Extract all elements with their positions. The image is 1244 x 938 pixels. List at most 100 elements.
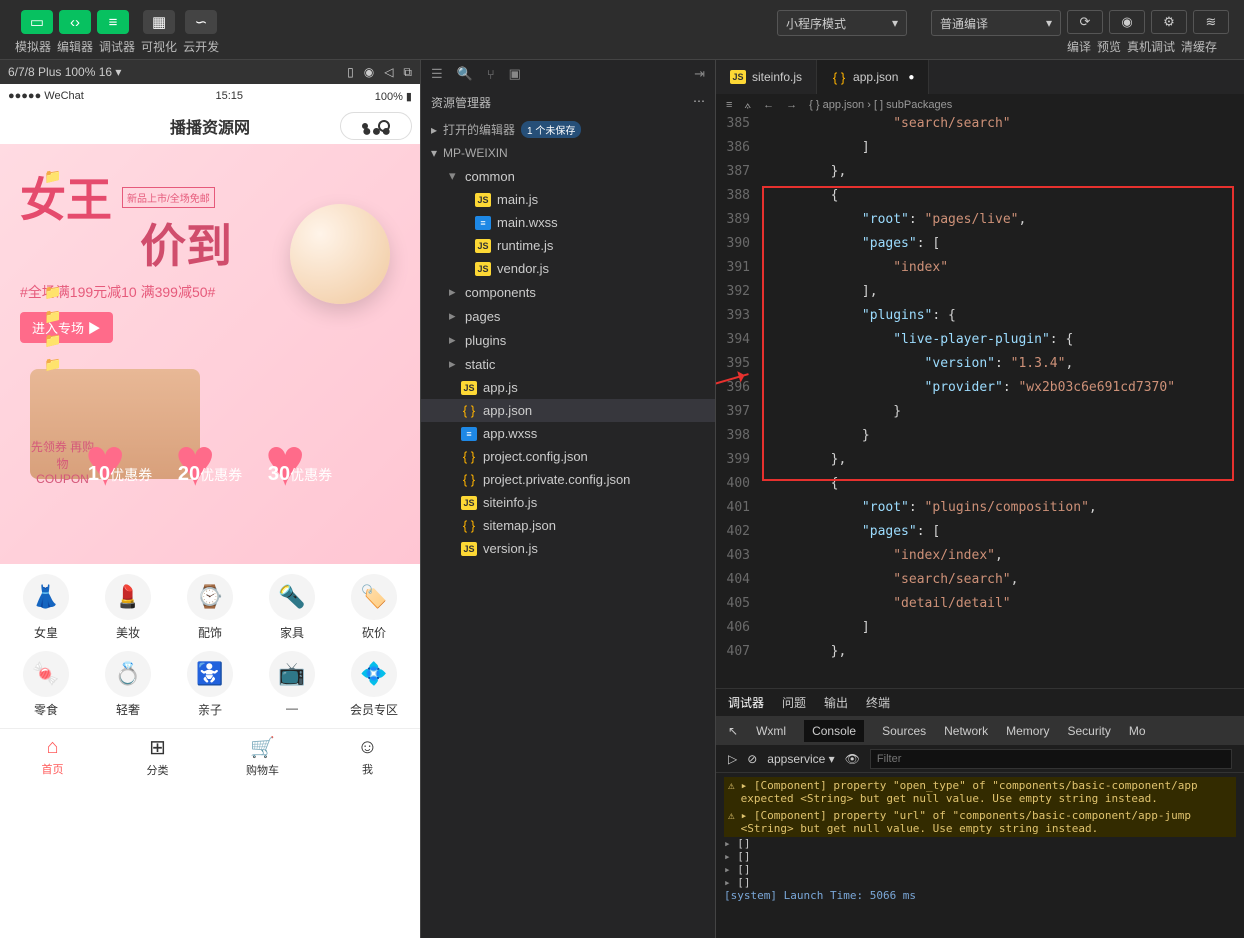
tabbar-item[interactable]: ⌂ 首页 bbox=[0, 729, 105, 784]
device-debug-button[interactable]: ⚙ bbox=[1151, 10, 1187, 34]
folder-common[interactable]: ▾📁common bbox=[421, 164, 715, 188]
devtab-issues[interactable]: 问题 bbox=[782, 694, 806, 711]
devtab-output[interactable]: 输出 bbox=[824, 694, 848, 711]
tab-appjson[interactable]: { }app.json bbox=[817, 60, 929, 94]
code-line[interactable]: "search/search" bbox=[762, 116, 1011, 140]
debugger-button[interactable]: ≡ bbox=[97, 10, 129, 34]
frame-icon[interactable]: ▣ bbox=[509, 66, 521, 82]
category-item[interactable]: 📺 — bbox=[251, 651, 333, 718]
stop-icon[interactable]: ⊘ bbox=[747, 752, 757, 766]
breadcrumb[interactable]: ≡ ⟑ ← → { } app.json › [ ] subPackages bbox=[716, 94, 1244, 116]
tab-siteinfo[interactable]: JSsiteinfo.js bbox=[716, 60, 817, 94]
category-item[interactable]: 💄 美妆 bbox=[87, 574, 169, 641]
back-icon[interactable]: ← bbox=[763, 99, 774, 111]
mode-dropdown[interactable]: 小程序模式▾ bbox=[777, 10, 907, 36]
coupon-heart[interactable]: 10优惠券 bbox=[85, 444, 155, 504]
folder-static[interactable]: ▸📁static bbox=[421, 352, 715, 376]
devtab-wxml[interactable]: Wxml bbox=[756, 724, 786, 738]
context-dropdown[interactable]: appservice ▾ bbox=[767, 752, 834, 766]
more-icon[interactable]: ⋯ bbox=[693, 94, 705, 111]
console-output[interactable]: ⚠ ▸ [Component] property "open_type" of … bbox=[716, 773, 1244, 938]
enter-button[interactable]: 进入专场 ▶ bbox=[20, 312, 113, 343]
category-item[interactable]: ⌚ 配饰 bbox=[169, 574, 251, 641]
simulator-button[interactable]: ▭ bbox=[21, 10, 53, 34]
file-item[interactable]: ≡main.wxss bbox=[421, 211, 715, 234]
simulator-device-bar[interactable]: 6/7/8 Plus 100% 16 ▾ ▯ ◉ ◁ ⧉ bbox=[0, 60, 420, 84]
devtab-console[interactable]: Console bbox=[804, 720, 864, 742]
code-line[interactable]: "detail/detail" bbox=[762, 596, 1011, 620]
folder-pages[interactable]: ▸📁pages bbox=[421, 304, 715, 328]
file-item[interactable]: JSmain.js bbox=[421, 188, 715, 211]
devtab-network[interactable]: Network bbox=[944, 724, 988, 738]
code-line[interactable]: "root": "plugins/composition", bbox=[762, 500, 1097, 524]
file-item[interactable]: JSapp.js bbox=[421, 376, 715, 399]
code-line[interactable]: }, bbox=[762, 644, 846, 668]
category-item[interactable]: 💍 轻奢 bbox=[87, 651, 169, 718]
filter-input[interactable] bbox=[870, 749, 1232, 769]
file-item[interactable]: ≡app.wxss bbox=[421, 422, 715, 445]
code-editor[interactable]: 385 "search/search" 386 ] 387 }, 388 { 3… bbox=[716, 116, 1244, 688]
category-item[interactable]: 🚼 亲子 bbox=[169, 651, 251, 718]
category-item[interactable]: 🍬 零食 bbox=[5, 651, 87, 718]
devtab-terminal[interactable]: 终端 bbox=[866, 694, 890, 711]
folder-plugins[interactable]: ▸📁plugins bbox=[421, 328, 715, 352]
devtab-security[interactable]: Security bbox=[1067, 724, 1110, 738]
code-line[interactable]: "index/index", bbox=[762, 548, 1003, 572]
three-dots-icon[interactable]: ≡ bbox=[726, 99, 732, 111]
editor-button[interactable]: ‹› bbox=[59, 10, 91, 34]
compile-dropdown[interactable]: 普通编译▾ bbox=[931, 10, 1061, 36]
open-editors-section[interactable]: ▸ 打开的编辑器 1 个未保存 bbox=[421, 117, 715, 142]
bookmark-icon[interactable]: ⟑ bbox=[744, 99, 751, 112]
collapse-icon[interactable]: ⧉ bbox=[403, 65, 412, 80]
file-item[interactable]: JSruntime.js bbox=[421, 234, 715, 257]
file-item[interactable]: { }project.config.json bbox=[421, 445, 715, 468]
code-line[interactable]: "search/search", bbox=[762, 572, 1018, 596]
inspect-icon[interactable]: ↖ bbox=[728, 724, 738, 738]
cloud-button[interactable]: ∽ bbox=[185, 10, 217, 34]
file-item[interactable]: JSsiteinfo.js bbox=[421, 491, 715, 514]
simulator-viewport[interactable]: ●●●●● WeChat 15:15 100% ▮ 播播资源网 ●●● 女王 新… bbox=[0, 84, 420, 938]
compile-button[interactable]: ⟳ bbox=[1067, 10, 1103, 34]
folder-components[interactable]: ▸📁components bbox=[421, 280, 715, 304]
play-icon[interactable]: ▷ bbox=[728, 752, 737, 766]
device-icon[interactable]: ▯ bbox=[347, 65, 354, 79]
close-ring-icon[interactable] bbox=[378, 120, 390, 132]
devtab-memory[interactable]: Memory bbox=[1006, 724, 1049, 738]
tabbar-item[interactable]: 🛒 购物车 bbox=[210, 729, 315, 784]
visual-button[interactable]: ▦ bbox=[143, 10, 175, 34]
clear-cache-button[interactable]: ≋ bbox=[1193, 10, 1229, 34]
file-item[interactable]: { }project.private.config.json bbox=[421, 468, 715, 491]
menu-icon[interactable]: ●●● bbox=[362, 123, 368, 129]
record-icon[interactable]: ◉ bbox=[364, 65, 374, 79]
code-line[interactable]: "pages": [ bbox=[762, 524, 940, 548]
category-item[interactable]: 🔦 家具 bbox=[251, 574, 333, 641]
category-item[interactable]: 👗 女皇 bbox=[5, 574, 87, 641]
category-item[interactable]: 🏷️ 砍价 bbox=[333, 574, 415, 641]
file-item[interactable]: JSvendor.js bbox=[421, 257, 715, 280]
file-item[interactable]: JSversion.js bbox=[421, 537, 715, 560]
collapse-right-icon[interactable]: ⇥ bbox=[694, 66, 705, 82]
devtab-debugger[interactable]: 调试器 bbox=[728, 694, 764, 711]
capsule-menu[interactable]: ●●● bbox=[340, 112, 412, 140]
devtab-more[interactable]: Mo bbox=[1129, 724, 1146, 738]
fwd-icon[interactable]: → bbox=[786, 99, 797, 111]
preview-button[interactable]: ◉ bbox=[1109, 10, 1145, 34]
search-icon[interactable]: 🔍 bbox=[457, 66, 473, 82]
code-line[interactable]: }, bbox=[762, 164, 846, 188]
eye-icon[interactable]: 👁 bbox=[845, 752, 860, 766]
code-line[interactable]: ] bbox=[762, 140, 870, 164]
file-item[interactable]: { }sitemap.json bbox=[421, 514, 715, 537]
code-line[interactable]: ] bbox=[762, 620, 870, 644]
devtab-sources[interactable]: Sources bbox=[882, 724, 926, 738]
file-item[interactable]: { }app.json bbox=[421, 399, 715, 422]
category-item[interactable]: 💠 会员专区 bbox=[333, 651, 415, 718]
project-root[interactable]: ▾ MP-WEIXIN bbox=[421, 142, 715, 164]
coupon-heart[interactable]: 30优惠券 bbox=[265, 444, 335, 504]
branch-icon[interactable]: ⑂ bbox=[487, 67, 495, 82]
tabbar-item[interactable]: ☺ 我 bbox=[315, 729, 420, 784]
volume-icon[interactable]: ◁ bbox=[384, 65, 393, 79]
list-icon[interactable]: ☰ bbox=[431, 66, 443, 82]
promo-banner[interactable]: 女王 新品上市/全场免邮 价到 #全场满199元减10 满399减50# 进入专… bbox=[0, 144, 420, 564]
coupon-heart[interactable]: 20优惠券 bbox=[175, 444, 245, 504]
tabbar-item[interactable]: ⊞ 分类 bbox=[105, 729, 210, 784]
